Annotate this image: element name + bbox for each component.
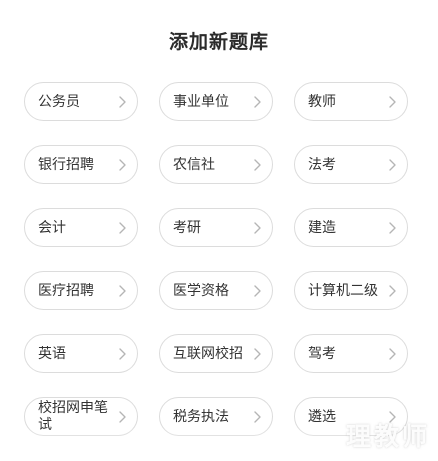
category-chip[interactable]: 校招网申笔试	[24, 397, 138, 436]
category-label: 教师	[308, 93, 336, 110]
chevron-right-icon	[387, 284, 397, 297]
chevron-right-icon	[252, 410, 262, 423]
chevron-right-icon	[252, 221, 262, 234]
page-title: 添加新题库	[168, 31, 269, 53]
chevron-right-icon	[252, 158, 262, 171]
category-chip[interactable]: 医学资格	[159, 271, 273, 310]
chevron-right-icon	[117, 221, 127, 234]
category-label: 税务执法	[173, 408, 229, 425]
category-chip[interactable]: 英语	[24, 334, 138, 373]
chevron-right-icon	[252, 347, 262, 360]
add-question-bank-page: 添加新题库 公务员 事业单位 教师银行招聘 农信社 法考会计 考研 建造医疗招聘 医学资格 计算…	[0, 0, 438, 461]
category-label: 互联网校招	[173, 345, 243, 362]
watermark-text: 理教师	[345, 422, 430, 451]
category-chip[interactable]: 医疗招聘	[24, 271, 138, 310]
category-label: 遴选	[308, 408, 336, 425]
category-label: 计算机二级	[308, 282, 378, 299]
chevron-right-icon	[252, 95, 262, 108]
category-chip[interactable]: 考研	[159, 208, 273, 247]
category-chip[interactable]: 农信社	[159, 145, 273, 184]
category-chip[interactable]: 公务员	[24, 82, 138, 121]
chevron-right-icon	[117, 410, 127, 423]
chevron-right-icon	[117, 347, 127, 360]
category-label: 校招网申笔试	[38, 399, 108, 433]
category-chip[interactable]: 驾考	[294, 334, 408, 373]
chevron-right-icon	[117, 158, 127, 171]
chevron-right-icon	[387, 95, 397, 108]
chevron-right-icon	[387, 221, 397, 234]
category-chip[interactable]: 银行招聘	[24, 145, 138, 184]
chevron-right-icon	[117, 95, 127, 108]
category-label: 驾考	[308, 345, 336, 362]
chevron-right-icon	[387, 158, 397, 171]
category-label: 会计	[38, 219, 66, 236]
category-label: 建造	[308, 219, 336, 236]
category-label: 银行招聘	[38, 156, 94, 173]
category-chip[interactable]: 互联网校招	[159, 334, 273, 373]
category-label: 农信社	[173, 156, 215, 173]
category-chip[interactable]: 会计	[24, 208, 138, 247]
category-label: 公务员	[38, 93, 80, 110]
category-label: 考研	[173, 219, 201, 236]
category-label: 医学资格	[173, 282, 229, 299]
category-label: 法考	[308, 156, 336, 173]
chevron-right-icon	[252, 284, 262, 297]
category-label: 事业单位	[173, 93, 229, 110]
chevron-right-icon	[387, 347, 397, 360]
category-grid: 公务员 事业单位 教师银行招聘 农信社 法考会计 考研 建造医疗招聘 医学资格 计算机二级英语 互…	[24, 82, 416, 436]
category-chip[interactable]: 税务执法	[159, 397, 273, 436]
chevron-right-icon	[117, 284, 127, 297]
category-chip[interactable]: 事业单位	[159, 82, 273, 121]
category-label: 医疗招聘	[38, 282, 94, 299]
category-chip[interactable]: 法考	[294, 145, 408, 184]
category-chip[interactable]: 计算机二级	[294, 271, 408, 310]
category-chip[interactable]: 教师	[294, 82, 408, 121]
category-label: 英语	[38, 345, 66, 362]
category-chip[interactable]: 建造	[294, 208, 408, 247]
